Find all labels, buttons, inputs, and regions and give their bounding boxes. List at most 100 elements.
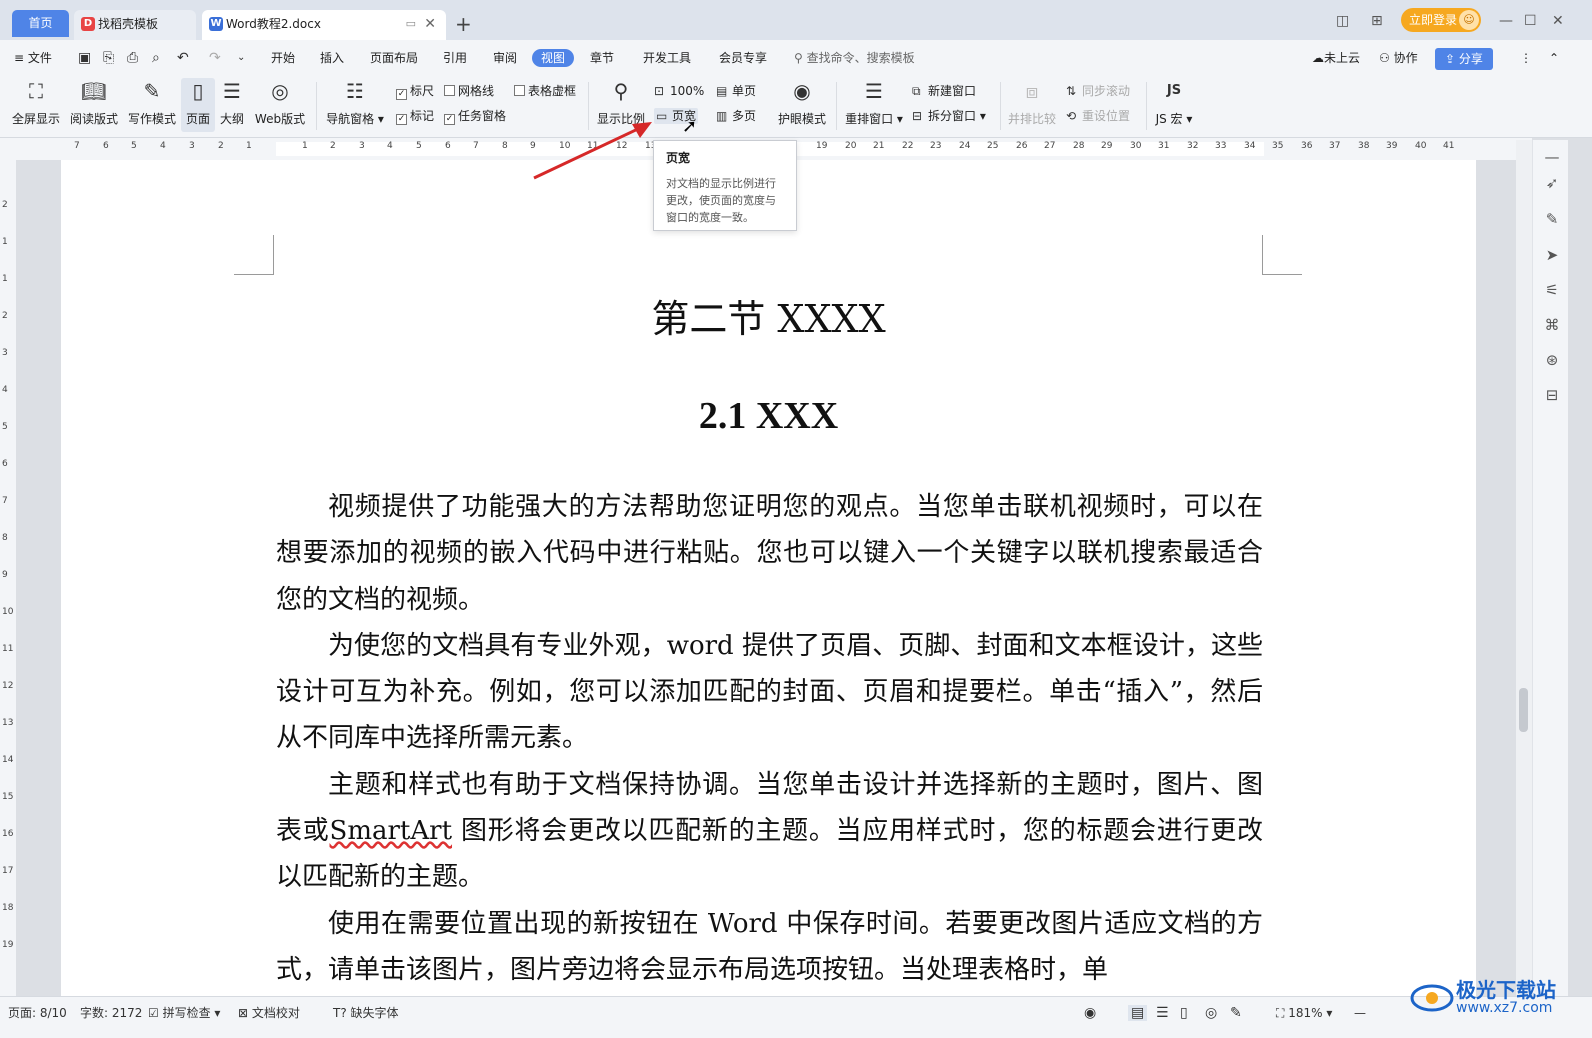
collab-label: 协作 (1393, 51, 1418, 65)
settings-sliders-icon[interactable]: ⚟ (1543, 281, 1561, 299)
image-tool-icon[interactable]: ⌘ (1543, 316, 1561, 334)
minimize-icon[interactable]: — (1499, 10, 1513, 32)
vertical-scrollbar[interactable] (1516, 140, 1532, 996)
collab-button[interactable]: ⚇ 协作 (1379, 49, 1418, 67)
ruler-tick: 35 (1272, 141, 1284, 151)
writing-mode-button[interactable]: ✎ 写作模式 (126, 78, 178, 127)
more-icon[interactable]: ⋮ (1520, 49, 1532, 67)
zoom-control[interactable]: ⛶ 181% ▾ (1276, 1005, 1332, 1021)
outline-view-icon[interactable]: ☰ (1156, 1005, 1169, 1021)
zoom-out-button[interactable]: — (1354, 1005, 1366, 1021)
login-button[interactable]: 立即登录 ☺ (1401, 8, 1481, 32)
page-view-button[interactable]: ▯ 页面 (181, 78, 215, 132)
menu-devtools[interactable]: 开发工具 (643, 49, 691, 67)
menu-chapter[interactable]: 章节 (590, 49, 614, 67)
paragraph[interactable]: 视频提供了功能强大的方法帮助您证明您的观点。当您单击联机视频时，可以在想要添加的… (276, 484, 1263, 623)
eye-mode-icon[interactable]: ◉ (1084, 1005, 1096, 1021)
rearrange-button[interactable]: ☰ 重排窗口 ▾ (844, 78, 904, 127)
tab-template[interactable]: D 找稻壳模板 (74, 10, 196, 40)
more-chevron-icon[interactable]: ⌄ (237, 49, 245, 67)
divider (1146, 82, 1147, 130)
undo-icon[interactable]: ↶ (177, 49, 189, 67)
web-layout-button[interactable]: ◎ Web版式 (252, 78, 308, 127)
side-by-side-button[interactable]: ⧈ 并排比较 (1006, 78, 1058, 127)
compass-icon[interactable]: ⊛ (1543, 351, 1561, 369)
new-window-button[interactable]: ⧉ 新建窗口 (912, 83, 976, 99)
paragraph[interactable]: 为使您的文档具有专业外观，word 提供了页眉、页脚、封面和文本框设计，这些设计… (276, 623, 1263, 762)
reading-view-icon[interactable]: ▯ (1180, 1005, 1188, 1021)
menu-view[interactable]: 视图 (532, 49, 575, 67)
sidebar-collapse-icon[interactable]: — (1543, 148, 1561, 166)
checked-icon: ✓ (444, 114, 455, 125)
word-count[interactable]: 字数: 2172 (80, 1005, 142, 1021)
close-window-icon[interactable]: ✕ (1552, 10, 1564, 32)
zoom-100-button[interactable]: ⊡ 100% (654, 83, 704, 99)
misspelled-word[interactable]: SmartArt (330, 816, 453, 846)
page-view-icon[interactable]: ▤ (1128, 1005, 1148, 1021)
eye-mode-button[interactable]: ◉ 护眼模式 (776, 78, 828, 127)
spell-check[interactable]: ☑ 拼写检查 ▾ (148, 1005, 220, 1021)
js-macro-button[interactable]: JS JS 宏 ▾ (1152, 78, 1196, 127)
task-pane-checkbox[interactable]: ✓ 任务窗格 (444, 108, 506, 125)
reading-mode-button[interactable]: 📖︎ 阅读版式 (68, 78, 120, 127)
redo-icon[interactable]: ↷ (209, 49, 221, 67)
save-icon[interactable]: ▣ (78, 49, 91, 67)
marks-checkbox[interactable]: ✓ 标记 (396, 108, 434, 125)
multi-page-button[interactable]: ▥ 多页 (716, 108, 756, 124)
ruler-checkbox[interactable]: ✓ 标尺 (396, 83, 434, 100)
scrollbar-thumb[interactable] (1519, 688, 1528, 732)
paragraph[interactable]: 使用在需要位置出现的新按钮在 Word 中保存时间。若要更改图片适应文档的方式，… (276, 901, 1263, 994)
menu-review[interactable]: 审阅 (493, 49, 517, 67)
fullscreen-button[interactable]: ⛶ 全屏显示 (10, 78, 62, 127)
paragraph[interactable]: 主题和样式也有助于文档保持协调。当您单击设计并选择新的主题时，图片、图表或Sma… (276, 762, 1263, 901)
cloud-status[interactable]: ☁未上云 (1312, 49, 1360, 67)
print-icon[interactable]: ⎙ (127, 49, 138, 67)
tab-document[interactable]: W Word教程2.docx ▭ ✕ (202, 10, 446, 40)
menu-start[interactable]: 开始 (271, 49, 295, 67)
heading-1[interactable]: 第二节 XXXX (61, 288, 1476, 343)
book-reader-icon[interactable]: ⊟ (1543, 386, 1561, 404)
menu-insert[interactable]: 插入 (320, 49, 344, 67)
print-preview-icon[interactable]: ⌕ (152, 49, 160, 67)
sync-scroll-button[interactable]: ⇅ 同步滚动 (1066, 83, 1130, 99)
title-tab-bar: 首页 D 找稻壳模板 W Word教程2.docx ▭ ✕ + ◫ ⊞ 立即登录… (0, 0, 1592, 40)
layout-icon[interactable]: ◫ (1336, 10, 1349, 32)
nav-list-icon: ☷ (346, 79, 364, 103)
missing-font[interactable]: T? 缺失字体 (333, 1005, 399, 1021)
pin-icon[interactable]: ▭ (406, 10, 416, 38)
share-button[interactable]: ⇪ 分享 (1435, 48, 1493, 70)
menu-reference[interactable]: 引用 (443, 49, 467, 67)
menu-layout[interactable]: 页面布局 (370, 49, 418, 67)
maximize-icon[interactable]: ☐ (1524, 10, 1537, 32)
command-search[interactable]: ⚲ 查找命令、搜索模板 (794, 49, 915, 67)
body-text[interactable]: 视频提供了功能强大的方法帮助您证明您的观点。当您单击联机视频时，可以在想要添加的… (276, 484, 1263, 993)
export-icon[interactable]: ⎘ (103, 49, 114, 67)
single-page-button[interactable]: ▤ 单页 (716, 83, 756, 99)
reset-position-button[interactable]: ⟲ 重设位置 (1066, 108, 1130, 124)
vertical-ruler[interactable]: 2 1 1 2 3 4 5 6 7 8 9 10 11 12 13 14 15 16 17 18 19 (0, 160, 16, 996)
edit-icon[interactable]: ✎ (1543, 210, 1561, 228)
page-count[interactable]: 页面: 8/10 (8, 1005, 67, 1021)
menu-member[interactable]: 会员专享 (719, 49, 767, 67)
document-page[interactable]: 第二节 XXXX 2.1 XXX 视频提供了功能强大的方法帮助您证明您的观点。当… (61, 160, 1476, 996)
write-view-icon[interactable]: ✎ (1230, 1005, 1242, 1021)
home-tab[interactable]: 首页 (12, 10, 69, 37)
nav-pane-button[interactable]: ☷ 导航窗格 ▾ (324, 78, 386, 127)
close-tab-icon[interactable]: ✕ (424, 10, 436, 38)
collapse-ribbon-icon[interactable]: ⌃ (1549, 49, 1559, 67)
new-tab-button[interactable]: + (455, 12, 472, 36)
split-window-button[interactable]: ⊟ 拆分窗口 ▾ (912, 108, 986, 124)
ruler-tick: 3 (2, 348, 8, 358)
rocket-icon[interactable]: ➶ (1543, 174, 1561, 192)
doc-proof[interactable]: ⊠ 文档校对 (238, 1005, 300, 1021)
apps-grid-icon[interactable]: ⊞ (1371, 10, 1383, 32)
table-dashed-checkbox[interactable]: 表格虚框 (514, 83, 576, 99)
gridlines-checkbox[interactable]: 网格线 (444, 83, 494, 99)
tab-label: 找稻壳模板 (98, 17, 159, 31)
outline-button[interactable]: ☰ 大纲 (217, 78, 247, 127)
file-menu[interactable]: ≡ 文件 (14, 49, 52, 67)
heading-2[interactable]: 2.1 XXX (61, 394, 1476, 438)
select-icon[interactable]: ➤ (1543, 246, 1561, 264)
reading-label: 阅读版式 (69, 112, 118, 126)
web-view-icon[interactable]: ◎ (1205, 1005, 1217, 1021)
